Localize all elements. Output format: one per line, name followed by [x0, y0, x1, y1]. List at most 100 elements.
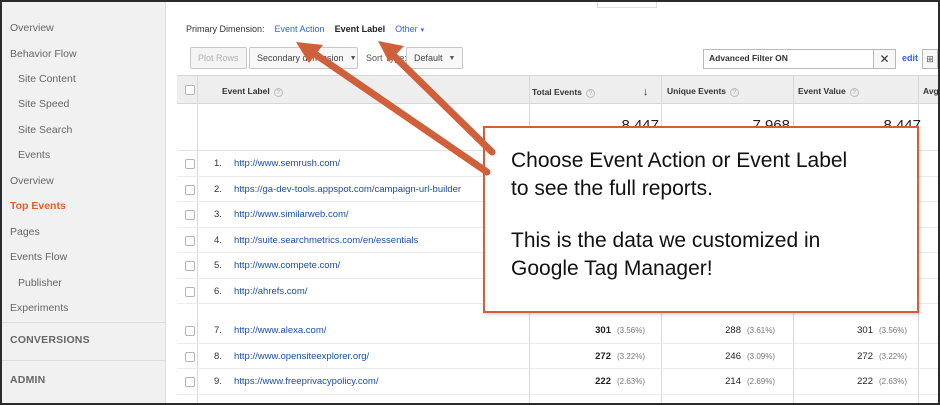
help-icon[interactable]: ?: [273, 88, 283, 97]
event-label-link[interactable]: http://www.semrush.com/: [234, 158, 467, 169]
header-unique-events[interactable]: Unique Events?: [667, 86, 740, 97]
row-checkbox[interactable]: [185, 159, 195, 169]
row-checkbox[interactable]: [185, 261, 195, 271]
sidebar-item-top-events[interactable]: Top Events: [10, 200, 66, 212]
header-total-events[interactable]: Total Events? ↓: [532, 86, 648, 98]
event-label-link[interactable]: http://ahrefs.com/: [234, 286, 467, 297]
table-header: Event Label? Total Events? ↓ Unique Event…: [177, 75, 938, 104]
row-number: 9.: [214, 376, 222, 387]
sidebar-item-pages[interactable]: Pages: [10, 226, 40, 238]
sidebar-item-events-overview[interactable]: Overview: [10, 175, 54, 187]
caret-down-icon: ▼: [448, 54, 456, 62]
row-checkbox[interactable]: [185, 326, 195, 336]
primary-dimension-bar: Primary Dimension: Event Action Event Labe…: [186, 24, 444, 34]
event-label-link[interactable]: https://www.freeprivacypolicy.com/: [234, 376, 467, 387]
event-value-percent: (3.56%): [879, 326, 908, 335]
callout-line-4: Google Tag Manager!: [511, 257, 713, 280]
event-label-link[interactable]: http://www.alexa.com/: [234, 325, 467, 336]
advanced-filter-input[interactable]: Advanced Filter ON: [703, 49, 874, 69]
dimension-event-label[interactable]: Event Label: [335, 24, 386, 34]
dimension-other-label: Other: [395, 24, 418, 34]
sort-arrow-down-icon: ↓: [642, 86, 649, 98]
secondary-dimension-dropdown[interactable]: Secondary dimension ▼: [249, 47, 358, 69]
sidebar-item-events[interactable]: Events: [18, 149, 50, 161]
table-row: 7. http://www.alexa.com/ 301 (3.56%) 288…: [177, 318, 938, 344]
row-number: 2.: [214, 183, 222, 195]
row-checkbox[interactable]: [185, 235, 195, 246]
top-tab-edge: [597, 2, 657, 8]
caret-down-icon: ▼: [349, 54, 357, 62]
event-label-link[interactable]: http://suite.searchmetrics.com/en/essent…: [234, 235, 467, 246]
sidebar-item-events-flow[interactable]: Events Flow: [10, 251, 67, 263]
unique-events-percent: (2.69%): [747, 377, 776, 386]
dimension-event-action-link[interactable]: Event Action: [275, 24, 325, 34]
sidebar-divider: [2, 322, 166, 323]
event-value-value: 222: [857, 376, 873, 387]
unique-events-value: 288: [725, 325, 741, 336]
header-total-events-text: Total Events: [532, 87, 582, 97]
sidebar-section-admin[interactable]: ADMIN: [10, 374, 45, 386]
header-event-label-text: Event Label: [222, 86, 270, 96]
sidebar-item-site-content[interactable]: Site Content: [18, 73, 76, 85]
total-events-value: 301: [595, 325, 611, 336]
total-events-percent: (3.22%): [617, 351, 646, 361]
header-event-label[interactable]: Event Label?: [222, 86, 283, 97]
row-number: 8.: [214, 350, 222, 362]
event-value-value: 272: [857, 350, 873, 362]
callout-line-3: This is the data we customized in: [511, 229, 821, 252]
sidebar-item-site-search[interactable]: Site Search: [18, 124, 72, 136]
table-view-icon[interactable]: ⊞: [922, 49, 938, 69]
row-checkbox[interactable]: [185, 184, 195, 195]
header-event-value[interactable]: Event Value?: [798, 86, 859, 97]
row-checkbox[interactable]: [185, 286, 195, 297]
row-number: 4.: [214, 234, 222, 246]
help-icon[interactable]: ?: [730, 88, 740, 97]
screenshot-frame: Overview Behavior Flow Site Content Site…: [2, 2, 938, 403]
row-checkbox[interactable]: [185, 351, 195, 362]
dimension-other-dropdown[interactable]: Other ▾: [395, 24, 434, 34]
primary-dimension-label: Primary Dimension:: [186, 24, 265, 34]
event-label-link[interactable]: http://www.compete.com/: [234, 260, 467, 271]
event-label-link[interactable]: http://www.opensiteexplorer.org/: [234, 351, 467, 362]
total-events-value: 272: [595, 350, 611, 362]
help-icon[interactable]: ?: [585, 89, 595, 98]
row-number: 6.: [214, 285, 222, 297]
plot-rows-button[interactable]: Plot Rows: [190, 47, 247, 69]
sidebar-section-conversions[interactable]: CONVERSIONS: [10, 334, 90, 346]
unique-events-percent: (3.61%): [747, 326, 776, 335]
callout-line-1: Choose Event Action or Event Label: [511, 149, 848, 172]
event-value-percent: (2.63%): [879, 377, 908, 386]
table-row: 8. http://www.opensiteexplorer.org/ 272 …: [177, 344, 938, 369]
sidebar-divider: [2, 360, 166, 361]
sidebar-item-behavior-flow[interactable]: Behavior Flow: [10, 48, 77, 60]
sidebar-item-experiments[interactable]: Experiments: [10, 302, 68, 314]
sort-type-label: Sort Type:: [366, 53, 407, 63]
row-number: 3.: [214, 209, 222, 220]
event-value-percent: (3.22%): [879, 351, 908, 361]
table-row: 9. https://www.freeprivacypolicy.com/ 22…: [177, 369, 938, 395]
secondary-dimension-label: Secondary dimension: [257, 53, 344, 63]
header-event-value-text: Event Value: [798, 86, 846, 96]
unique-events-value: 246: [725, 350, 741, 362]
row-number: 7.: [214, 325, 222, 336]
row-checkbox[interactable]: [185, 377, 195, 387]
header-unique-events-text: Unique Events: [667, 86, 727, 96]
sort-type-value: Default: [414, 53, 443, 63]
chevron-down-icon: ▾: [420, 27, 425, 34]
select-all-checkbox[interactable]: [185, 85, 195, 95]
row-checkbox[interactable]: [185, 210, 195, 220]
sidebar-nav: Overview Behavior Flow Site Content Site…: [2, 2, 166, 403]
help-icon[interactable]: ?: [849, 88, 859, 97]
sidebar-item-publisher[interactable]: Publisher: [18, 277, 62, 289]
sort-type-dropdown[interactable]: Default ▼: [406, 47, 463, 69]
clear-filter-icon[interactable]: ✕: [874, 49, 896, 69]
event-label-link[interactable]: https://ga-dev-tools.appspot.com/campaig…: [234, 184, 467, 195]
event-label-link[interactable]: http://www.similarweb.com/: [234, 209, 467, 220]
edit-filter-link[interactable]: edit: [902, 53, 918, 63]
row-number: 1.: [214, 158, 222, 169]
total-events-percent: (2.63%): [617, 377, 646, 386]
sidebar-item-overview[interactable]: Overview: [10, 22, 54, 34]
sidebar-item-site-speed[interactable]: Site Speed: [18, 98, 69, 110]
header-avg[interactable]: Avg: [923, 86, 938, 96]
callout-line-2: to see the full reports.: [511, 177, 713, 200]
